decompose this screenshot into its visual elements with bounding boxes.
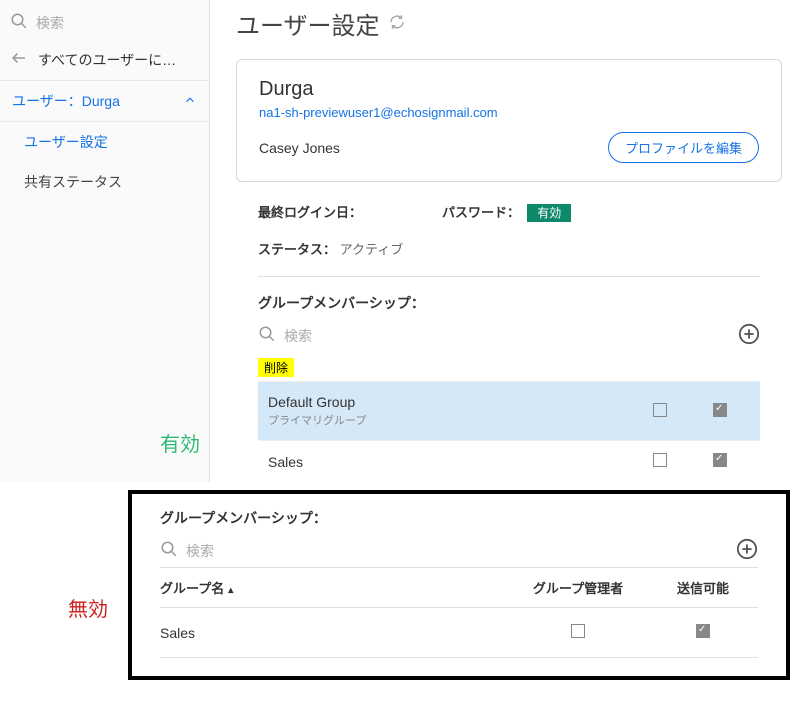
group-admin-checkbox[interactable] (653, 403, 667, 417)
user-card: Durga na1-sh-previewuser1@echosignmail.c… (236, 59, 782, 182)
sidebar-user-toggle[interactable]: ユーザー：Durga (0, 80, 209, 122)
password-label: パスワード： (442, 205, 520, 220)
add-group-icon[interactable] (738, 323, 760, 348)
overlay-group-name: Sales (160, 625, 508, 641)
sidebar-user-label: ユーザー：Durga (12, 91, 120, 111)
annotation-invalid: 無効 (68, 593, 108, 622)
col-group-name[interactable]: グループ名▴ (160, 578, 508, 597)
back-arrow-icon (10, 49, 28, 70)
user-display-name: Durga (259, 78, 759, 101)
last-login-label: 最終ログイン日： (258, 205, 362, 220)
overlay-data-row[interactable]: Sales (160, 608, 758, 658)
send-enabled-checkbox[interactable] (713, 403, 727, 417)
sidebar-item-user-settings[interactable]: ユーザー設定 (0, 122, 209, 162)
sidebar-search-row (0, 6, 209, 39)
sidebar-search-input[interactable] (36, 15, 217, 31)
col-send-enabled[interactable]: 送信可能 (648, 578, 758, 597)
main-content: ユーザー設定 Durga na1-sh-previewuser1@echosig… (210, 0, 800, 482)
search-icon (10, 12, 28, 33)
overlay-header-row: グループ名▴ グループ管理者 送信可能 (160, 567, 758, 608)
search-icon (160, 540, 178, 561)
status-value: アクティブ (340, 242, 404, 257)
overlay-search-row (160, 534, 736, 567)
search-icon (258, 325, 276, 346)
user-email-link[interactable]: na1-sh-previewuser1@echosignmail.com (259, 105, 759, 120)
table-row[interactable]: Sales (258, 440, 760, 482)
chevron-up-icon (183, 93, 197, 110)
group-name: Default Group (268, 394, 630, 410)
sidebar: すべてのユーザーに… ユーザー：Durga ユーザー設定 共有ステータス (0, 0, 210, 482)
overlay-table: グループ名▴ グループ管理者 送信可能 Sales (160, 567, 758, 658)
group-name: Sales (268, 454, 630, 470)
sidebar-item-share-status[interactable]: 共有ステータス (0, 162, 209, 202)
overlay-send-checkbox[interactable] (696, 624, 710, 638)
refresh-icon[interactable] (388, 13, 406, 34)
group-admin-checkbox[interactable] (653, 453, 667, 467)
overlay-admin-checkbox[interactable] (571, 624, 585, 638)
back-to-all-users[interactable]: すべてのユーザーに… (0, 39, 209, 80)
overlay-panel: グループメンバーシップ： グループ名▴ グループ管理者 送信可能 Sales (128, 490, 790, 680)
overlay-add-icon[interactable] (736, 538, 758, 563)
sort-asc-icon: ▴ (228, 585, 233, 596)
group-search-row (258, 319, 738, 352)
page-title: ユーザー設定 (236, 6, 380, 41)
col-group-admin[interactable]: グループ管理者 (508, 578, 648, 597)
overlay-search-input[interactable] (186, 543, 736, 559)
table-row[interactable]: Default Group プライマリグループ (258, 381, 760, 440)
group-search-input[interactable] (284, 328, 738, 344)
page-header: ユーザー設定 (236, 6, 782, 41)
group-table: Default Group プライマリグループ Sales (258, 381, 760, 482)
user-subname: Casey Jones (259, 140, 340, 156)
user-meta: 最終ログイン日： パスワード： 有効 (236, 182, 782, 231)
edit-profile-button[interactable]: プロファイルを編集 (608, 132, 759, 163)
password-badge: 有効 (527, 204, 571, 222)
overlay-title: グループメンバーシップ： (160, 508, 758, 534)
delete-tag[interactable]: 削除 (258, 358, 294, 377)
send-enabled-checkbox[interactable] (713, 453, 727, 467)
status-label: ステータス： (258, 242, 336, 257)
group-subtitle: プライマリグループ (268, 412, 630, 428)
back-label: すべてのユーザーに… (38, 50, 176, 70)
sidebar-subitems: ユーザー設定 共有ステータス (0, 122, 209, 202)
group-membership-section: グループメンバーシップ： 削除 Default Group プライマリ (236, 277, 782, 482)
group-membership-title: グループメンバーシップ： (258, 277, 760, 319)
annotation-valid: 有効 (160, 428, 200, 457)
